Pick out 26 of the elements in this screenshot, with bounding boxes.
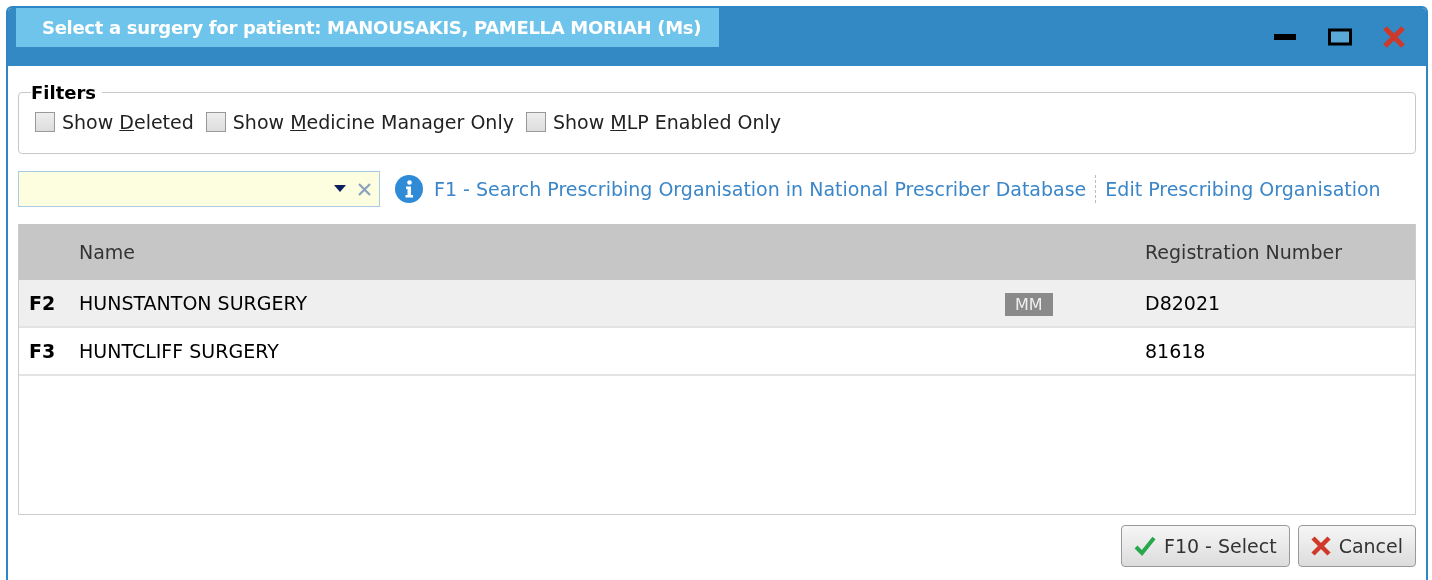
select-button[interactable]: F10 - Select [1120,525,1290,567]
maximize-icon[interactable] [1328,28,1352,46]
cross-icon [1310,536,1331,556]
window-title: Select a surgery for patient: MANOUSAKIS, PAMELLA MORIAH (Ms) [16,8,720,47]
mm-badge: MM [1005,293,1053,316]
edit-organisation-link[interactable]: Edit Prescribing Organisation [1105,178,1381,200]
table-row[interactable]: F2 HUNSTANTON SURGERY MM D82021 [19,280,1415,328]
table-cell-text: HUNTCLIFF SURGERY [79,340,280,362]
shortcut-key: F2 [19,292,79,314]
filter-checkbox[interactable]: Show Deleted [35,111,194,133]
info-icon [394,174,424,204]
search-database-link[interactable]: F1 - Search Prescribing Organisation in National Prescriber Database [434,178,1087,200]
column-header[interactable]: Registration Number [1145,241,1415,263]
table-cell-text: HUNSTANTON SURGERY [79,292,309,314]
filters-title: Filters [31,82,98,103]
checkmark-icon [1133,536,1156,556]
column-header[interactable]: Name [79,241,1005,263]
filter-checkbox[interactable]: Show MLP Enabled Only [525,111,782,133]
shortcut-key: F3 [19,340,79,362]
minimize-icon[interactable] [1274,33,1298,41]
dropdown-caret-icon[interactable] [334,185,346,193]
cancel-button[interactable]: Cancel [1297,525,1416,567]
search-combo-field[interactable] [18,171,380,207]
table-cell-text: D82021 [1145,292,1222,314]
filter-checkbox[interactable]: Show Medicine Manager Only [205,111,514,133]
table-cell-text: 81618 [1145,340,1207,362]
